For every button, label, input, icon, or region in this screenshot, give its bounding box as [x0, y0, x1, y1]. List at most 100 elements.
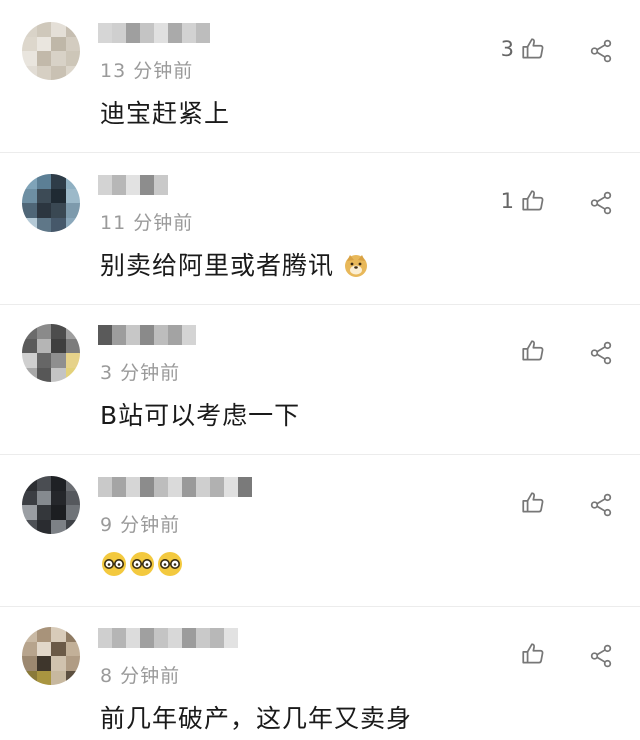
- avatar-mosaic-cell: [22, 627, 37, 642]
- username-mosaic-cell: [126, 175, 140, 195]
- avatar-mosaic-cell: [51, 65, 66, 80]
- username-blurred[interactable]: [98, 170, 168, 200]
- username-mosaic-cell: [182, 628, 196, 648]
- avatar-mosaic-cell: [22, 203, 37, 218]
- avatar-mosaic-cell: [36, 367, 52, 382]
- share-icon: [588, 643, 614, 669]
- thumbs-up-icon: [520, 338, 546, 364]
- username-mosaic-cell: [98, 325, 112, 345]
- avatar-mosaic-cell: [22, 324, 37, 339]
- avatar-mosaic-cell: [36, 324, 52, 339]
- username-mosaic-cell: [126, 477, 140, 497]
- share-icon: [588, 492, 614, 518]
- avatar-mosaic-cell: [65, 353, 80, 368]
- avatar-mosaic-cell: [22, 217, 37, 232]
- avatar[interactable]: [22, 324, 80, 382]
- avatar-mosaic-cell: [22, 670, 37, 685]
- avatar-mosaic-cell: [51, 36, 66, 52]
- comment-text: 别卖给阿里或者腾讯: [100, 246, 369, 282]
- avatar[interactable]: [22, 476, 80, 534]
- username-blurred[interactable]: [98, 472, 252, 502]
- avatar-mosaic-cell: [22, 367, 37, 382]
- username-mosaic-cell: [112, 477, 126, 497]
- doge-emoji-icon: [343, 252, 369, 278]
- avatar-mosaic-cell: [36, 627, 52, 642]
- avatar[interactable]: [22, 22, 80, 80]
- avatar-mosaic-cell: [51, 490, 66, 506]
- avatar-mosaic-cell: [51, 656, 66, 671]
- username-mosaic-cell: [210, 628, 224, 648]
- like-button[interactable]: [520, 490, 546, 516]
- avatar-mosaic-cell: [65, 65, 80, 80]
- username-mosaic-cell: [224, 628, 238, 648]
- like-button[interactable]: [520, 338, 546, 364]
- avatar-mosaic-cell: [65, 641, 80, 657]
- share-button[interactable]: [588, 190, 614, 216]
- like-button[interactable]: 1: [501, 188, 546, 214]
- comment-item: 8 分钟前 前几年破产，这几年又卖身: [0, 605, 640, 740]
- comment-item: 11 分钟前 别卖给阿里或者腾讯 1: [0, 152, 640, 305]
- username-mosaic-cell: [98, 23, 112, 43]
- avatar-mosaic-cell: [51, 338, 66, 354]
- username-mosaic-cell: [196, 477, 210, 497]
- share-icon: [588, 190, 614, 216]
- username-mosaic-cell: [224, 477, 238, 497]
- share-button[interactable]: [588, 340, 614, 366]
- avatar-mosaic-cell: [36, 353, 52, 368]
- avatar-mosaic-cell: [22, 22, 37, 37]
- avatar-mosaic-cell: [22, 656, 37, 671]
- avatar-mosaic-cell: [36, 338, 52, 354]
- username-blurred[interactable]: [98, 320, 196, 350]
- avatar-mosaic-cell: [65, 338, 80, 354]
- avatar-mosaic-cell: [65, 519, 80, 534]
- comment-item: 13 分钟前 迪宝赶紧上 3: [0, 0, 640, 153]
- username-mosaic-cell: [168, 628, 182, 648]
- avatar-mosaic-cell: [51, 367, 66, 382]
- like-count: 1: [500, 189, 514, 213]
- username-blurred[interactable]: [98, 623, 238, 653]
- username-blurred[interactable]: [98, 18, 210, 48]
- username-mosaic-cell: [154, 325, 168, 345]
- like-button[interactable]: [520, 641, 546, 667]
- username-mosaic-cell: [154, 477, 168, 497]
- username-mosaic-cell: [182, 325, 196, 345]
- avatar-mosaic-cell: [65, 36, 80, 52]
- avatar-mosaic-cell: [51, 22, 66, 37]
- comment-item: 9 分钟前: [0, 454, 640, 607]
- username-mosaic-cell: [112, 23, 126, 43]
- avatar-mosaic-cell: [65, 188, 80, 204]
- avatar-mosaic-cell: [36, 22, 52, 37]
- username-mosaic-cell: [98, 175, 112, 195]
- share-button[interactable]: [588, 38, 614, 64]
- comment-text-content: 别卖给阿里或者腾讯: [100, 251, 335, 280]
- username-mosaic-cell: [168, 23, 182, 43]
- avatar-mosaic-cell: [22, 338, 37, 354]
- avatar-mosaic-cell: [36, 490, 52, 506]
- avatar-mosaic-cell: [36, 51, 52, 66]
- thumbs-up-icon: [520, 36, 546, 62]
- like-button[interactable]: 3: [501, 36, 546, 62]
- username-mosaic-cell: [154, 628, 168, 648]
- avatar-mosaic-cell: [51, 188, 66, 204]
- comment-text: B站可以考虑一下: [100, 401, 301, 430]
- avatar-mosaic-cell: [36, 217, 52, 232]
- share-button[interactable]: [588, 492, 614, 518]
- username-mosaic-cell: [140, 23, 154, 43]
- avatar-mosaic-cell: [36, 519, 52, 534]
- avatar-mosaic-cell: [65, 627, 80, 642]
- avatar-mosaic-cell: [65, 51, 80, 66]
- share-button[interactable]: [588, 643, 614, 669]
- avatar-mosaic-cell: [65, 656, 80, 671]
- username-mosaic-cell: [238, 477, 252, 497]
- username-mosaic-cell: [182, 477, 196, 497]
- avatar-mosaic-cell: [65, 22, 80, 37]
- avatar[interactable]: [22, 174, 80, 232]
- avatar-mosaic-cell: [65, 476, 80, 491]
- avatar[interactable]: [22, 627, 80, 685]
- avatar-mosaic-cell: [36, 65, 52, 80]
- username-mosaic-cell: [126, 628, 140, 648]
- username-mosaic-cell: [112, 325, 126, 345]
- avatar-mosaic-cell: [51, 203, 66, 218]
- avatar-mosaic-cell: [22, 519, 37, 534]
- comment-time: 3 分钟前: [100, 362, 181, 384]
